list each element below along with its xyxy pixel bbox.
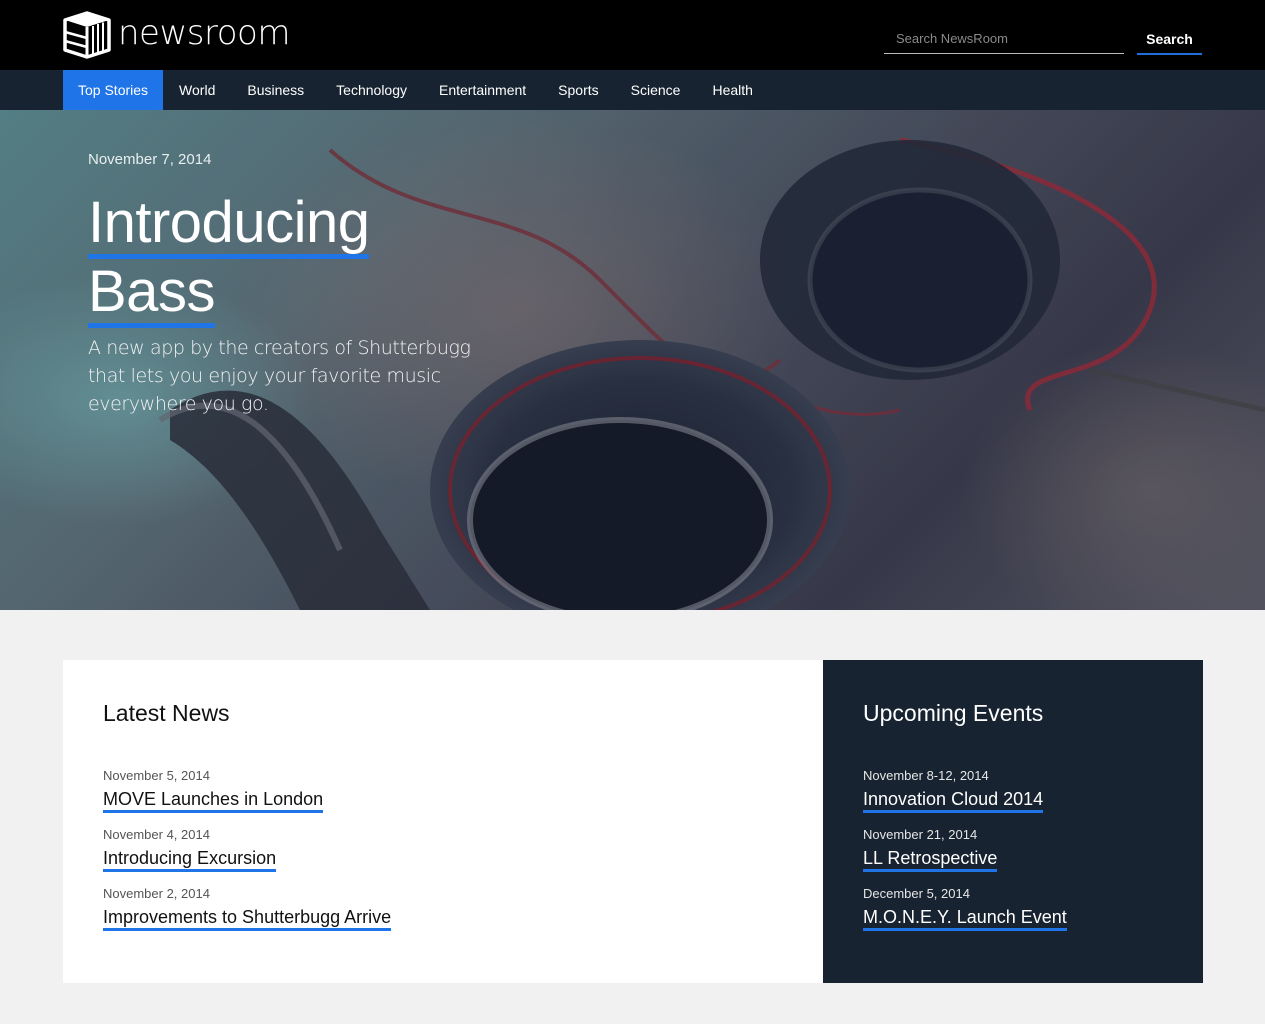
news-item: November 5, 2014 MOVE Launches in London: [103, 768, 391, 827]
event-item: November 21, 2014 LL Retrospective: [863, 827, 1067, 886]
brand-logo[interactable]: newsroom: [62, 10, 290, 60]
latest-news-list: November 5, 2014 MOVE Launches in London…: [103, 768, 392, 945]
latest-news-panel: Latest News November 5, 2014 MOVE Launch…: [63, 660, 823, 983]
news-item-link[interactable]: MOVE Launches in London: [103, 788, 324, 813]
news-item: November 4, 2014 Introducing Excursion: [103, 827, 391, 886]
nav-item-science[interactable]: Science: [615, 70, 697, 110]
newsroom-logo-icon: [63, 11, 111, 59]
news-item-link[interactable]: Introducing Excursion: [103, 847, 277, 872]
brand-name: newsroom: [118, 13, 290, 53]
hero-banner[interactable]: November 7, 2014 Introducing Bass A new …: [0, 110, 1265, 610]
event-item: November 8-12, 2014 Innovation Cloud 201…: [863, 768, 1067, 827]
news-item-date: November 5, 2014: [103, 768, 210, 783]
event-item-date: November 8-12, 2014: [863, 768, 989, 783]
event-item-link[interactable]: M.O.N.E.Y. Launch Event: [863, 906, 1067, 931]
event-item: December 5, 2014 M.O.N.E.Y. Launch Event: [863, 886, 1067, 945]
nav-item-sports[interactable]: Sports: [542, 70, 614, 110]
event-item-link[interactable]: LL Retrospective: [863, 847, 998, 872]
nav-item-technology[interactable]: Technology: [320, 70, 423, 110]
nav-item-health[interactable]: Health: [696, 70, 768, 110]
category-nav: Top Stories World Business Technology En…: [0, 70, 1265, 110]
event-item-date: November 21, 2014: [863, 827, 978, 842]
news-item-date: November 4, 2014: [103, 827, 210, 842]
news-item-date: November 2, 2014: [103, 886, 210, 901]
nav-item-business[interactable]: Business: [231, 70, 320, 110]
hero-subtitle: A new app by the creators of Shutterbugg…: [88, 337, 471, 415]
upcoming-events-title: Upcoming Events: [863, 700, 1044, 726]
event-item-date: December 5, 2014: [863, 886, 970, 901]
search-button[interactable]: Search: [1137, 24, 1202, 55]
nav-item-entertainment[interactable]: Entertainment: [423, 70, 542, 110]
hero-title-line-1[interactable]: Introducing: [88, 194, 370, 259]
nav-item-top-stories[interactable]: Top Stories: [63, 70, 164, 110]
hero-date: November 7, 2014: [88, 151, 212, 168]
top-header: newsroom Search: [0, 0, 1265, 70]
news-item: November 2, 2014 Improvements to Shutter…: [103, 886, 392, 945]
latest-news-title: Latest News: [103, 700, 230, 726]
upcoming-events-panel: Upcoming Events November 8-12, 2014 Inno…: [823, 660, 1203, 983]
search-input[interactable]: [884, 24, 1124, 54]
news-item-link[interactable]: Improvements to Shutterbugg Arrive: [103, 906, 392, 931]
hero-title-line-2[interactable]: Bass: [88, 263, 215, 328]
events-list: November 8-12, 2014 Innovation Cloud 201…: [863, 768, 1067, 945]
event-item-link[interactable]: Innovation Cloud 2014: [863, 788, 1044, 813]
nav-item-world[interactable]: World: [163, 70, 231, 110]
hero-title[interactable]: Introducing Bass: [88, 194, 370, 328]
